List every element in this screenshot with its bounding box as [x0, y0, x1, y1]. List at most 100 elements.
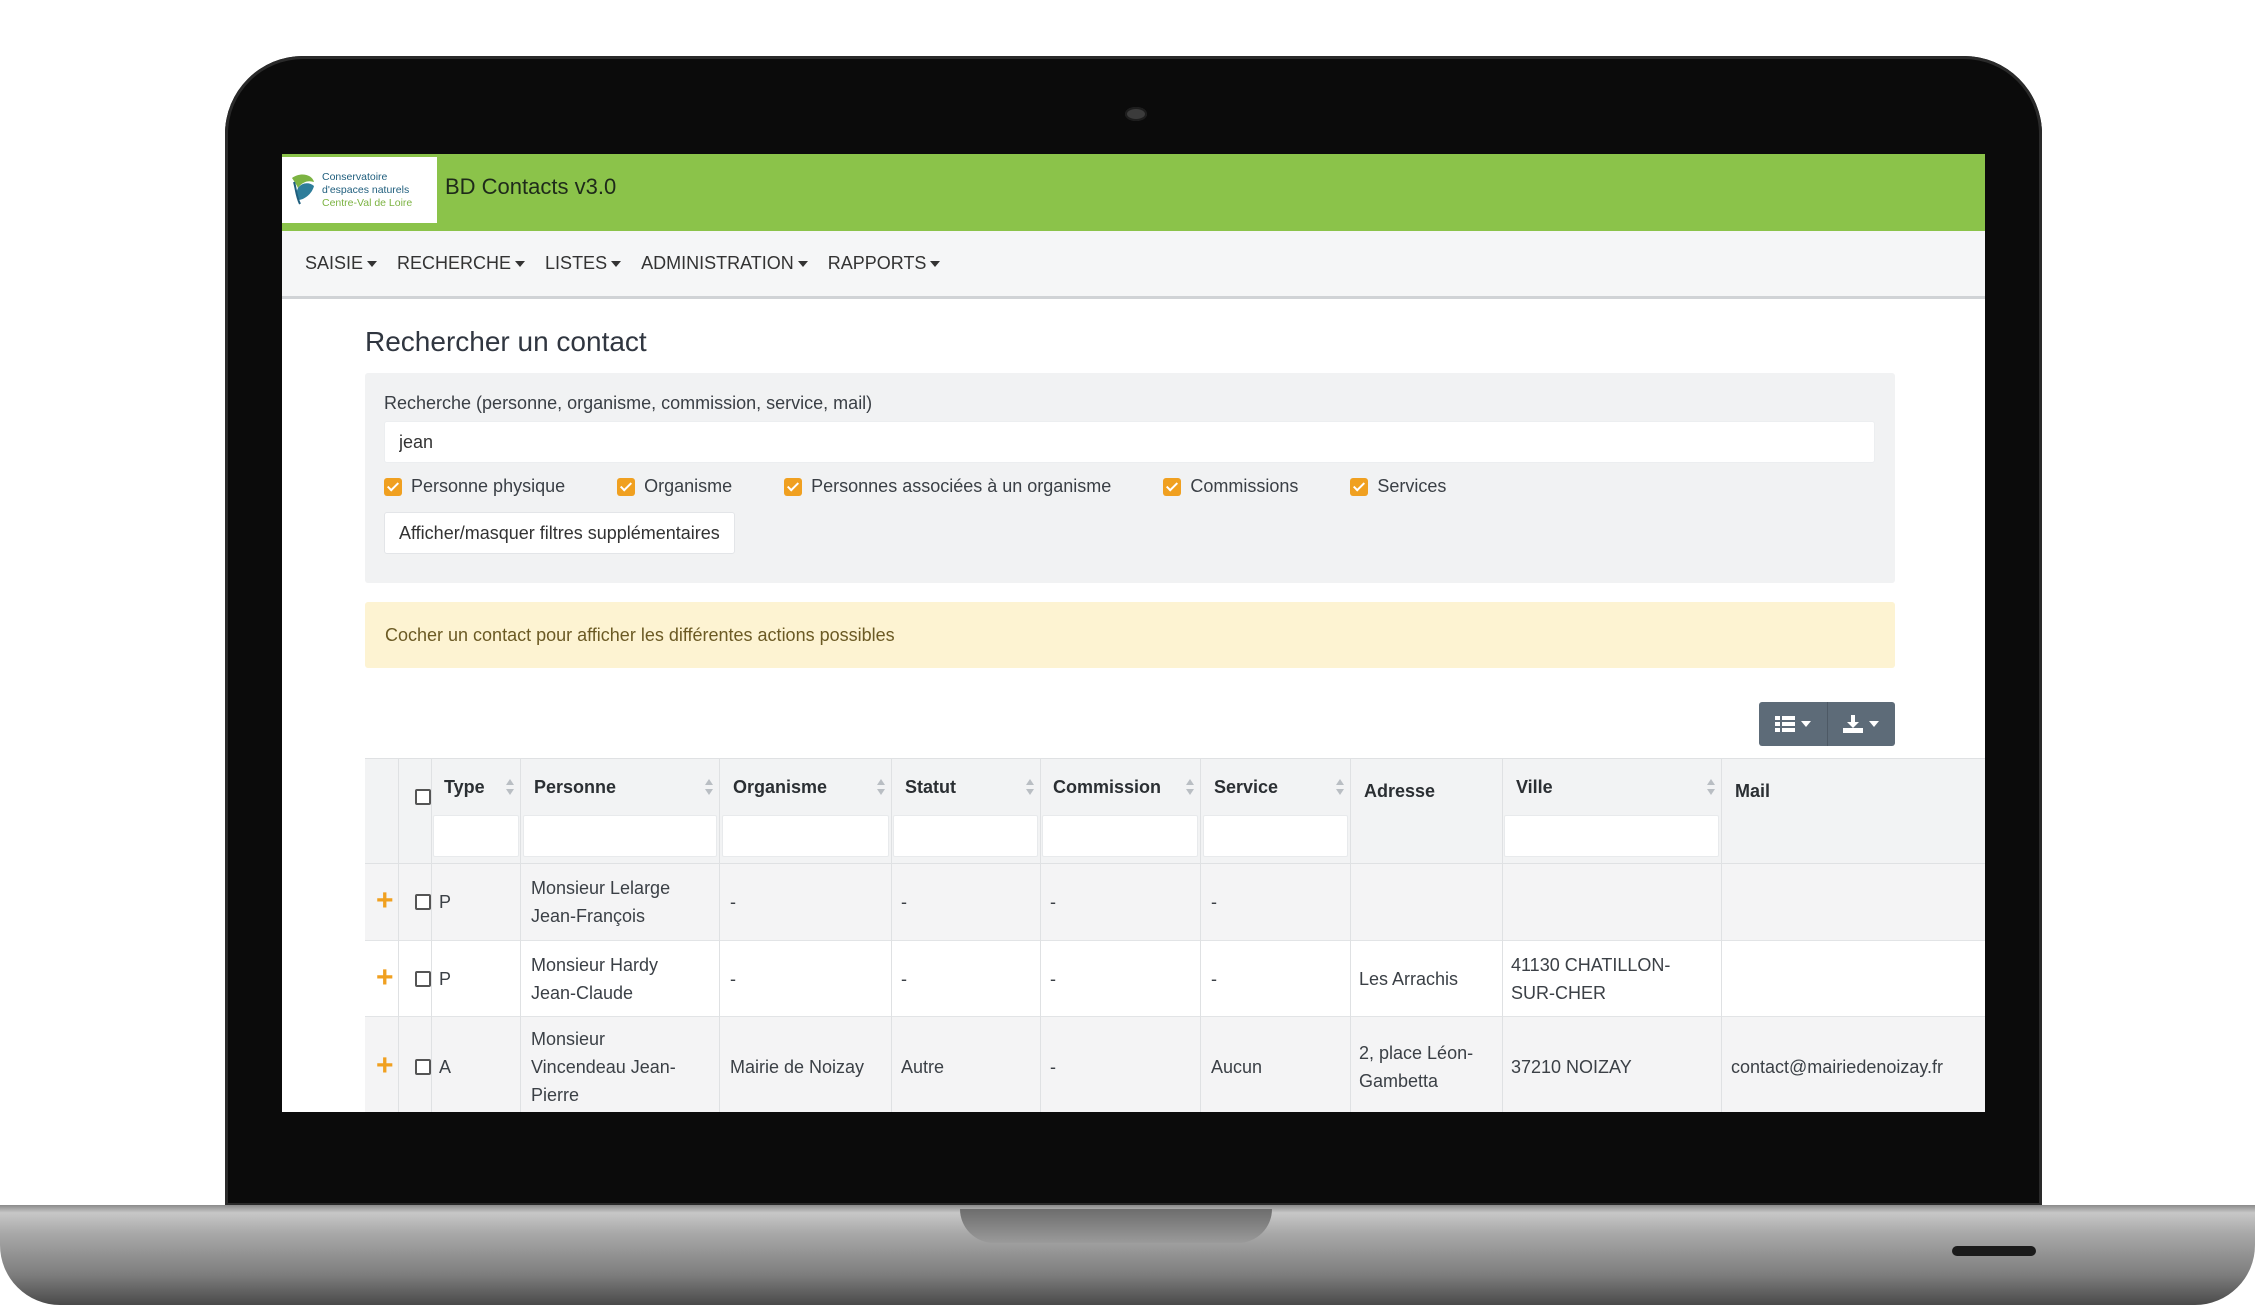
column-divider: [431, 1017, 432, 1112]
cell-personne: Monsieur Lelarge Jean-François: [531, 874, 670, 930]
nav-administration[interactable]: ADMINISTRATION: [641, 253, 808, 274]
table-row[interactable]: + P Monsieur Lelarge Jean-François - - -…: [365, 864, 1985, 941]
column-divider: [1200, 1017, 1201, 1112]
cell-type: A: [439, 1057, 452, 1077]
cell-statut: -: [901, 969, 907, 989]
filter-label: Commissions: [1190, 476, 1299, 496]
row-checkbox[interactable]: [415, 1059, 431, 1075]
sort-icon[interactable]: [877, 779, 885, 795]
column-header-organisme[interactable]: Organisme: [733, 777, 827, 798]
leaf-logo-icon: [292, 174, 314, 205]
column-divider: [719, 941, 720, 1017]
filter-commission-input[interactable]: [1042, 815, 1198, 857]
cell-statut: Autre: [901, 1057, 945, 1077]
caret-down-icon: [1869, 721, 1880, 727]
nav-rapports[interactable]: RAPPORTS: [828, 253, 941, 274]
column-divider: [431, 759, 432, 865]
cell-line: 2, place Léon-: [1359, 1043, 1474, 1063]
checkbox-checked-icon[interactable]: [384, 477, 402, 496]
column-header-mail: Mail: [1735, 781, 1771, 801]
logo-line: Conservatoire: [322, 170, 388, 183]
sort-icon[interactable]: [1026, 779, 1034, 795]
filter-services[interactable]: Services: [1350, 476, 1446, 497]
nav-label: RECHERCHE: [397, 253, 512, 273]
cell-mail[interactable]: contact@mairiedenoizay.fr: [1731, 1053, 1943, 1081]
select-all-checkbox[interactable]: [415, 789, 431, 805]
sort-icon[interactable]: [506, 779, 514, 795]
sort-icon[interactable]: [1186, 779, 1194, 795]
table-row[interactable]: + P Monsieur Hardy Jean-Claude - - - - L…: [365, 941, 1985, 1017]
filter-organisme[interactable]: Organisme: [617, 476, 732, 497]
expand-row-icon[interactable]: +: [376, 1051, 394, 1081]
column-divider: [1721, 864, 1722, 941]
app-title: BD Contacts v3.0: [445, 174, 617, 199]
cell-service: -: [1211, 969, 1217, 989]
expand-row-icon[interactable]: +: [376, 886, 394, 916]
column-divider: [1350, 1017, 1351, 1112]
row-checkbox[interactable]: [415, 971, 431, 987]
column-divider: [1040, 864, 1041, 941]
filter-label: Personnes associées à un organisme: [811, 476, 1112, 496]
filter-personne-physique[interactable]: Personne physique: [384, 476, 565, 497]
table-row[interactable]: + A Monsieur Vincendeau Jean- Pierre Mai…: [365, 1017, 1985, 1112]
sort-icon[interactable]: [1707, 779, 1715, 795]
column-header-ville[interactable]: Ville: [1516, 777, 1553, 798]
cell-line: Gambetta: [1359, 1071, 1439, 1091]
nav-label: ADMINISTRATION: [641, 253, 794, 273]
main-navbar: SAISIE RECHERCHE LISTES ADMINISTRATION R…: [282, 231, 1985, 299]
toggle-filters-button[interactable]: Afficher/masquer filtres supplémentaires: [384, 512, 735, 554]
expand-row-icon[interactable]: +: [376, 963, 394, 993]
nav-listes[interactable]: LISTES: [545, 253, 622, 274]
column-header-personne[interactable]: Personne: [534, 777, 616, 798]
filter-service-input[interactable]: [1203, 815, 1348, 857]
sort-icon[interactable]: [705, 779, 713, 795]
checkbox-checked-icon[interactable]: [1163, 477, 1182, 496]
column-divider: [891, 1017, 892, 1112]
column-divider: [719, 864, 720, 941]
column-header-statut[interactable]: Statut: [905, 777, 956, 798]
filter-personne-input[interactable]: [523, 815, 717, 857]
filter-commissions[interactable]: Commissions: [1163, 476, 1298, 497]
checkbox-checked-icon[interactable]: [784, 477, 803, 496]
cell-line: Pierre: [531, 1085, 580, 1105]
column-header-service[interactable]: Service: [1214, 777, 1278, 798]
table-header: Type Personne Organisme Statut Commissio…: [365, 758, 1985, 865]
column-header-commission[interactable]: Commission: [1053, 777, 1161, 798]
logo[interactable]: Conservatoire d'espaces naturels Centre-…: [282, 157, 437, 223]
filter-label: Personne physique: [411, 476, 566, 496]
table-toolbar: [1759, 702, 1895, 746]
cell-adresse: 2, place Léon- Gambetta: [1359, 1039, 1473, 1095]
column-header-type[interactable]: Type: [444, 777, 485, 798]
search-input[interactable]: [384, 421, 1875, 463]
column-divider: [1502, 759, 1503, 865]
export-menu-button[interactable]: [1826, 702, 1896, 746]
filter-organisme-input[interactable]: [722, 815, 889, 857]
filter-personnes-associees[interactable]: Personnes associées à un organisme: [784, 476, 1111, 497]
filter-ville-input[interactable]: [1504, 815, 1719, 857]
row-checkbox[interactable]: [415, 894, 431, 910]
nav-recherche[interactable]: RECHERCHE: [397, 253, 526, 274]
cell-ville: 37210 NOIZAY: [1511, 1057, 1632, 1077]
list-view-icon: [1774, 716, 1795, 732]
search-type-filters: Personne physique Organisme Personnes as…: [384, 476, 1498, 497]
cell-ville: 41130 CHATILLON- SUR-CHER: [1511, 951, 1670, 1007]
nav-saisie[interactable]: SAISIE: [305, 253, 378, 274]
checkbox-checked-icon[interactable]: [1350, 477, 1369, 496]
column-divider: [431, 941, 432, 1017]
column-divider: [1721, 941, 1722, 1017]
laptop-slot: [1952, 1246, 2036, 1256]
cell-type: P: [439, 969, 452, 989]
camera-icon: [1125, 107, 1147, 121]
column-divider: [520, 864, 521, 941]
filter-statut-input[interactable]: [893, 815, 1038, 857]
column-divider: [891, 759, 892, 865]
filter-type-input[interactable]: [433, 815, 519, 857]
column-divider: [1721, 1017, 1722, 1112]
checkbox-checked-icon[interactable]: [617, 477, 636, 496]
sort-icon[interactable]: [1336, 779, 1344, 795]
cell-type: P: [439, 892, 452, 912]
nav-label: LISTES: [545, 253, 608, 273]
caret-down-icon: [367, 260, 378, 267]
columns-menu-button[interactable]: [1759, 702, 1827, 746]
info-alert: Cocher un contact pour afficher les diff…: [365, 602, 1895, 668]
